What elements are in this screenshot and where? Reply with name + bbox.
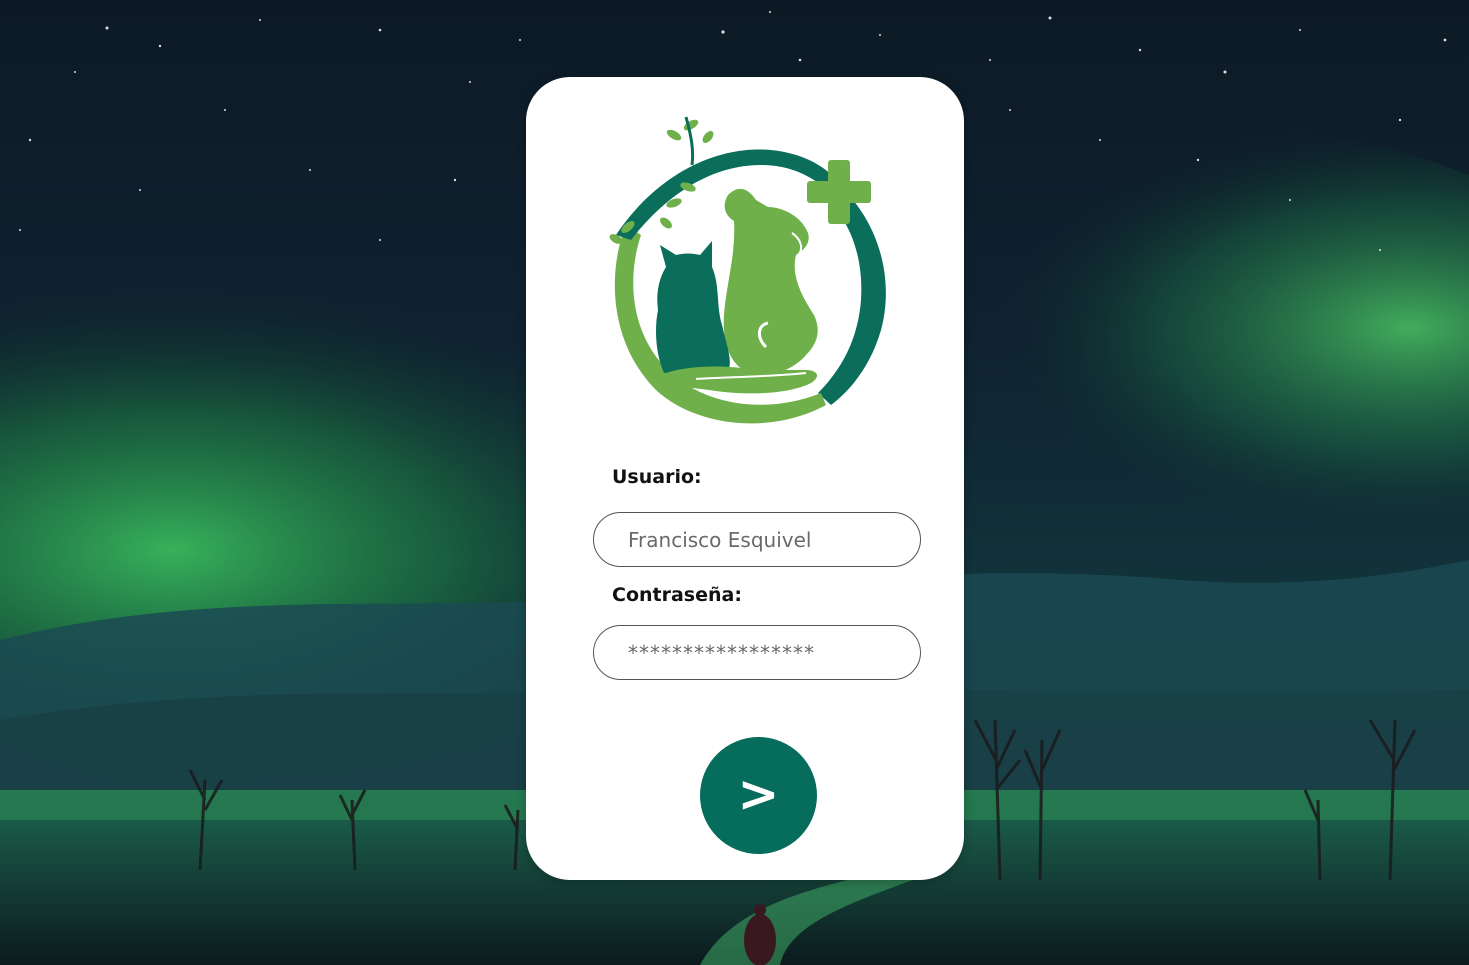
- password-input[interactable]: [593, 625, 921, 680]
- user-label: Usuario:: [612, 466, 702, 488]
- submit-button[interactable]: >: [700, 737, 817, 854]
- user-input[interactable]: [593, 512, 921, 567]
- login-card: Usuario: Contraseña: >: [526, 77, 964, 880]
- arrow-right-icon: >: [737, 764, 780, 823]
- veterinary-logo-icon: [596, 115, 896, 427]
- password-label: Contraseña:: [612, 584, 742, 606]
